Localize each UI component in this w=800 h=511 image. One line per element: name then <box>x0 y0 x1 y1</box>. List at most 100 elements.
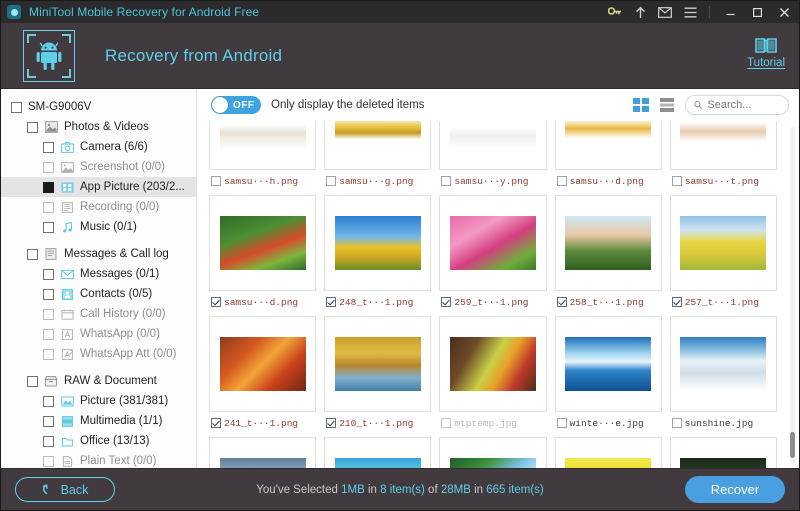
thumbnail-cell[interactable]: sunshine.jpg <box>669 316 777 437</box>
thumbnail-image[interactable] <box>209 316 317 412</box>
checkbox-photos-videos[interactable] <box>27 121 38 133</box>
checkbox-app-picture[interactable] <box>43 181 54 193</box>
thumbnail-cell[interactable]: winte···e.jpg <box>554 316 662 437</box>
checkbox-contacts[interactable] <box>43 288 54 300</box>
thumbnail-cell[interactable]: 258_t···1.png <box>554 195 662 316</box>
scrollbar-thumb[interactable] <box>790 432 795 458</box>
checkbox-call-history[interactable] <box>43 308 54 320</box>
back-button[interactable]: Back <box>15 477 115 502</box>
thumbnail-image[interactable] <box>669 437 777 468</box>
sidebar-item-multimedia[interactable]: Multimedia (1/1) <box>1 411 196 431</box>
thumbnail-cell[interactable] <box>439 437 547 468</box>
thumbnail-image[interactable] <box>209 121 317 170</box>
tutorial-button[interactable]: Tutorial <box>747 37 785 69</box>
search-input[interactable] <box>707 99 780 111</box>
thumbnail-image[interactable] <box>209 437 317 468</box>
checkbox-file[interactable] <box>671 418 682 428</box>
sidebar-item-screenshot[interactable]: Screenshot (0/0) <box>1 157 196 177</box>
checkbox-file[interactable] <box>556 418 567 428</box>
sidebar-group-photos-videos[interactable]: Photos & Videos <box>1 117 196 137</box>
checkbox-file[interactable] <box>556 297 567 307</box>
thumbnail-image[interactable] <box>669 195 777 291</box>
checkbox-file[interactable] <box>441 176 452 186</box>
checkbox-device[interactable] <box>11 101 22 113</box>
sidebar-item-camera[interactable]: Camera (6/6) <box>1 137 196 157</box>
thumbnail-image[interactable] <box>439 316 547 412</box>
sidebar-group-raw-document[interactable]: RAW & Document <box>1 371 196 391</box>
thumbnail-image[interactable] <box>554 437 662 468</box>
thumbnail-cell[interactable] <box>209 437 317 468</box>
thumbnail-image[interactable] <box>209 195 317 291</box>
sidebar-item-call-history[interactable]: Call History (0/0) <box>1 304 196 324</box>
checkbox-music[interactable] <box>43 221 54 233</box>
recover-button[interactable]: Recover <box>685 476 785 503</box>
checkbox-multimedia[interactable] <box>43 415 54 427</box>
search-box[interactable] <box>685 95 789 115</box>
mail-icon[interactable] <box>653 1 677 23</box>
sidebar-tree[interactable]: SM-G9006V Photos & Videos Camera (6/6) S… <box>1 89 197 468</box>
checkbox-file[interactable] <box>211 176 221 186</box>
checkbox-file[interactable] <box>441 297 452 307</box>
thumbnail-cell[interactable] <box>324 437 432 468</box>
key-icon[interactable] <box>603 1 627 23</box>
sidebar-item-device[interactable]: SM-G9006V <box>1 97 196 117</box>
thumbnail-image[interactable] <box>324 121 432 170</box>
thumbnail-image[interactable] <box>324 316 432 412</box>
checkbox-screenshot[interactable] <box>43 161 54 173</box>
thumbnail-cell[interactable] <box>669 437 777 468</box>
checkbox-picture[interactable] <box>43 395 54 407</box>
thumbnail-cell[interactable]: samsu···g.png <box>324 121 432 195</box>
thumbnail-image[interactable] <box>439 195 547 291</box>
checkbox-raw-document[interactable] <box>27 375 38 387</box>
sidebar-item-contacts[interactable]: Contacts (0/5) <box>1 284 196 304</box>
checkbox-whatsapp-att[interactable] <box>43 348 54 360</box>
thumbnail-cell[interactable]: samsu···h.png <box>209 121 317 195</box>
thumbnail-cell[interactable]: 259_t···1.png <box>439 195 547 316</box>
thumbnail-image[interactable] <box>554 195 662 291</box>
thumbnail-image[interactable] <box>554 121 662 170</box>
vertical-scrollbar[interactable] <box>790 127 795 464</box>
thumbnail-cell[interactable]: 241_t···1.png <box>209 316 317 437</box>
sidebar-item-messages[interactable]: Messages (0/1) <box>1 264 196 284</box>
thumbnail-cell[interactable]: samsu···d.png <box>209 195 317 316</box>
checkbox-office[interactable] <box>43 435 54 447</box>
sidebar-item-whatsapp[interactable]: WhatsApp (0/0) <box>1 324 196 344</box>
checkbox-whatsapp[interactable] <box>43 328 54 340</box>
sidebar-item-picture[interactable]: Picture (381/381) <box>1 391 196 411</box>
thumbnail-cell[interactable]: samsu···t.png <box>669 121 777 195</box>
checkbox-file[interactable] <box>326 297 337 307</box>
sidebar-item-recording[interactable]: Recording (0/0) <box>1 197 196 217</box>
deleted-items-toggle[interactable]: OFF <box>211 96 261 114</box>
thumbnail-image[interactable] <box>439 121 547 170</box>
sidebar-item-app-picture[interactable]: App Picture (203/2... <box>1 177 196 197</box>
checkbox-recording[interactable] <box>43 201 54 213</box>
checkbox-messages[interactable] <box>43 268 54 280</box>
menu-icon[interactable] <box>678 1 702 23</box>
sidebar-item-whatsapp-att[interactable]: WhatsApp Att (0/0) <box>1 344 196 364</box>
sidebar-item-office[interactable]: Office (13/13) <box>1 431 196 451</box>
sidebar-item-plain-text[interactable]: Plain Text (0/0) <box>1 451 196 468</box>
thumbnail-image[interactable] <box>439 437 547 468</box>
checkbox-messages-calllog[interactable] <box>27 248 38 260</box>
maximize-button[interactable] <box>744 1 770 23</box>
list-view-icon[interactable] <box>659 98 675 112</box>
checkbox-file[interactable] <box>211 297 221 307</box>
minimize-button[interactable] <box>717 1 743 23</box>
thumbnail-image[interactable] <box>669 121 777 170</box>
grid-view-icon[interactable] <box>633 98 649 112</box>
thumbnail-cell[interactable]: samsu···y.png <box>439 121 547 195</box>
thumbnail-image[interactable] <box>669 316 777 412</box>
checkbox-camera[interactable] <box>43 141 54 153</box>
thumbnail-cell[interactable] <box>554 437 662 468</box>
checkbox-file[interactable] <box>326 176 337 186</box>
sidebar-item-music[interactable]: Music (0/1) <box>1 217 196 237</box>
checkbox-file[interactable] <box>211 418 221 428</box>
thumbnail-image[interactable] <box>554 316 662 412</box>
checkbox-file[interactable] <box>671 297 682 307</box>
thumbnail-image[interactable] <box>324 437 432 468</box>
sidebar-group-messages-calllog[interactable]: Messages & Call log <box>1 244 196 264</box>
thumbnail-cell[interactable]: 210_t···1.png <box>324 316 432 437</box>
thumbnail-cell[interactable]: 248_t···1.png <box>324 195 432 316</box>
checkbox-file[interactable] <box>671 176 682 186</box>
thumbnail-cell[interactable]: 257_t···1.png <box>669 195 777 316</box>
